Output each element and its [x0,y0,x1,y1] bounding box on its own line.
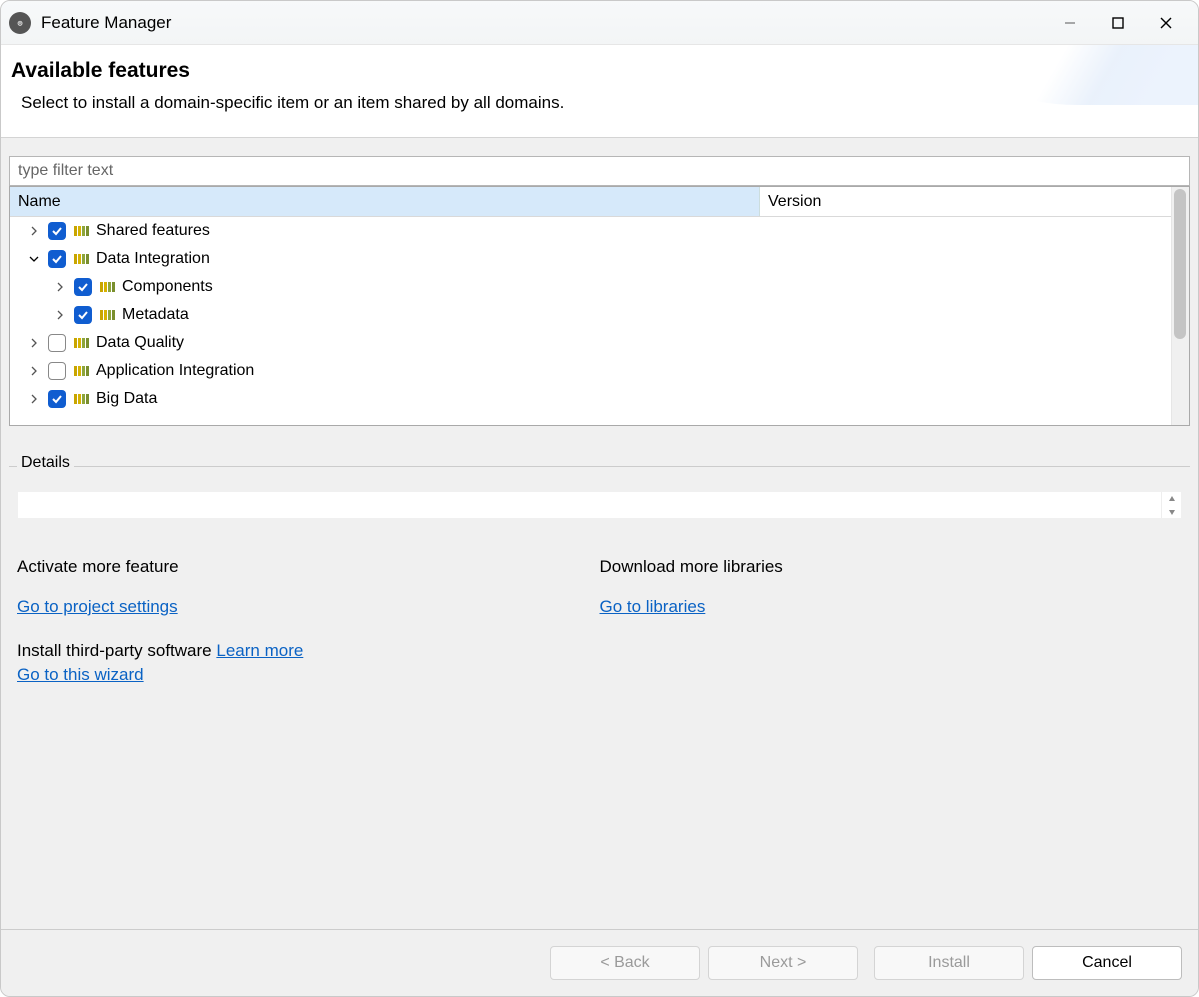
activate-column: Activate more feature Go to project sett… [17,557,600,685]
window-title: Feature Manager [41,13,171,33]
page-description: Select to install a domain-specific item… [11,93,1188,113]
tree-rows: Shared features Data Integration Component… [10,217,1189,425]
feature-checkbox[interactable] [74,278,92,296]
download-column: Download more libraries Go to libraries [600,557,1183,685]
cancel-button[interactable]: Cancel [1032,946,1182,980]
titlebar: ⊜ Feature Manager [1,1,1198,45]
feature-checkbox[interactable] [48,250,66,268]
app-icon: ⊜ [9,12,31,34]
links-area: Activate more feature Go to project sett… [9,527,1190,693]
filter-input[interactable] [9,156,1190,186]
wizard-footer: < Back Next > Install Cancel [1,929,1198,996]
dialog-window: ⊜ Feature Manager Available features Sel… [0,0,1199,997]
feature-group-icon [100,280,116,294]
column-name[interactable]: Name [10,187,760,216]
feature-label: Components [122,278,213,296]
details-label: Details [17,454,74,472]
spinner-down-icon[interactable] [1162,505,1181,518]
tree-row[interactable]: Shared features [10,217,1189,245]
feature-group-icon [74,224,90,238]
feature-label: Metadata [122,306,189,324]
feature-label: Data Integration [96,250,210,268]
filter-container [9,156,1190,186]
tree-scrollbar[interactable] [1171,187,1189,425]
install-button[interactable]: Install [874,946,1024,980]
third-party-label: Install third-party software [17,641,212,660]
feature-checkbox[interactable] [48,390,66,408]
maximize-button[interactable] [1094,7,1142,39]
project-settings-link[interactable]: Go to project settings [17,597,178,616]
feature-group-icon [74,364,90,378]
tree-header: Name Version [10,187,1189,217]
minimize-button[interactable] [1046,7,1094,39]
chevron-right-icon[interactable] [26,391,42,407]
close-button[interactable] [1142,7,1190,39]
chevron-right-icon[interactable] [52,279,68,295]
feature-group-icon [74,336,90,350]
tree-row[interactable]: Data Integration [10,245,1189,273]
spinner-up-icon[interactable] [1162,492,1181,505]
feature-label: Application Integration [96,362,254,380]
chevron-right-icon[interactable] [52,307,68,323]
wizard-header: Available features Select to install a d… [1,45,1198,138]
tree-row[interactable]: Metadata [10,301,1189,329]
feature-group-icon [100,308,116,322]
back-button[interactable]: < Back [550,946,700,980]
scrollbar-thumb[interactable] [1174,189,1186,339]
chevron-right-icon[interactable] [26,223,42,239]
details-textbox[interactable] [17,491,1182,519]
feature-checkbox[interactable] [48,362,66,380]
feature-group-icon [74,392,90,406]
chevron-right-icon[interactable] [26,335,42,351]
download-heading: Download more libraries [600,557,1183,577]
feature-label: Big Data [96,390,157,408]
chevron-right-icon[interactable] [26,363,42,379]
learn-more-link[interactable]: Learn more [216,641,303,660]
tree-row[interactable]: Application Integration [10,357,1189,385]
tree-row[interactable]: Big Data [10,385,1189,413]
wizard-link[interactable]: Go to this wizard [17,665,144,684]
feature-group-icon [74,252,90,266]
feature-checkbox[interactable] [48,222,66,240]
feature-label: Data Quality [96,334,184,352]
column-version[interactable]: Version [760,187,1189,216]
details-section: Details [9,466,1190,527]
feature-label: Shared features [96,222,210,240]
tree-row[interactable]: Data Quality [10,329,1189,357]
chevron-down-icon[interactable] [26,251,42,267]
libraries-link[interactable]: Go to libraries [600,597,706,616]
svg-text:⊜: ⊜ [17,20,23,27]
third-party-block: Install third-party software Learn more … [17,641,600,685]
activate-heading: Activate more feature [17,557,600,577]
wizard-body: Name Version Shared features Data Integra… [1,138,1198,701]
details-spinner[interactable] [1161,492,1181,518]
tree-row[interactable]: Components [10,273,1189,301]
feature-checkbox[interactable] [48,334,66,352]
feature-tree: Name Version Shared features Data Integra… [9,186,1190,426]
next-button[interactable]: Next > [708,946,858,980]
feature-checkbox[interactable] [74,306,92,324]
